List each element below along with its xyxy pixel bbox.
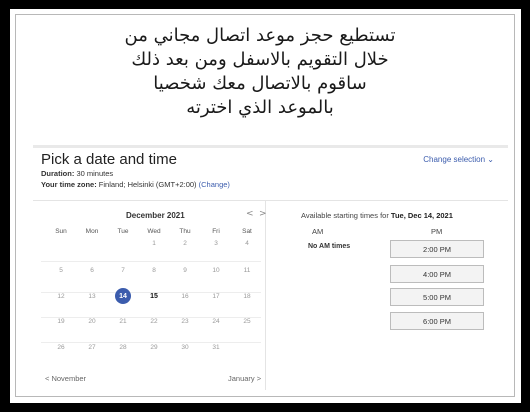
calendar-day: 6 [90, 267, 94, 274]
weekday-sat: Sat [242, 228, 252, 235]
calendar-day: 12 [57, 293, 65, 300]
calendar-day: 29 [150, 344, 158, 351]
calendar-day: 17 [212, 293, 220, 300]
calendar-day: 25 [243, 318, 251, 325]
next-month-link[interactable]: January > [228, 374, 261, 383]
intro-line-3: ساقوم بالاتصال معك شخصيا [153, 73, 367, 94]
calendar-day: 8 [152, 267, 156, 274]
calendar-day[interactable]: 15 [142, 288, 166, 305]
page-title: Pick a date and time [41, 151, 177, 168]
calendar-day: 9 [183, 267, 187, 274]
calendar-day[interactable]: 14 [111, 288, 135, 305]
calendar-month-label: December 2021 [126, 211, 185, 220]
intro-line-1: تستطيع حجز موعد اتصال مجاني من [124, 25, 396, 46]
calendar-day: 26 [57, 344, 65, 351]
prev-month-link[interactable]: < November [45, 374, 86, 383]
calendar-day: 1 [152, 240, 156, 247]
weekday-thu: Thu [179, 228, 191, 235]
calendar-day: 20 [88, 318, 96, 325]
header-divider [33, 200, 508, 201]
prev-month-arrow-icon[interactable]: < [246, 209, 254, 219]
time-slot-button[interactable]: 6:00 PM [390, 312, 484, 330]
calendar-day: 23 [181, 318, 189, 325]
calendar-day: 30 [181, 344, 189, 351]
calendar-day: 31 [212, 344, 220, 351]
time-slot-button[interactable]: 5:00 PM [390, 288, 484, 306]
weekday-tue: Tue [117, 228, 129, 235]
available-times-heading: Available starting times for Tue, Dec 14… [301, 211, 453, 220]
duration-value: 30 minutes [76, 169, 114, 178]
time-slot-button[interactable]: 2:00 PM [390, 240, 484, 258]
calendar-day: 16 [181, 293, 189, 300]
calendar-day: 22 [150, 318, 158, 325]
no-am-times-text: No AM times [308, 243, 351, 250]
calendar-day: 28 [119, 344, 127, 351]
calendar-day: 4 [245, 240, 249, 247]
booking-widget: Pick a date and time Duration: 30 minute… [33, 145, 508, 390]
weekday-fri: Fri [212, 228, 220, 235]
intro-line-2: خلال التقويم بالاسفل ومن بعد ذلك [131, 49, 389, 70]
calendar-day: 2 [183, 240, 187, 247]
calendar-day: 11 [243, 267, 251, 274]
pm-column-header: PM [431, 227, 443, 236]
selected-date: Tue, Dec 14, 2021 [390, 211, 453, 220]
timezone-info: Your time zone: Finland; Helsinki (GMT+2… [41, 180, 230, 189]
duration-info: Duration: 30 minutes [41, 169, 113, 178]
calendar-day: 7 [121, 267, 125, 274]
time-slot-button[interactable]: 4:00 PM [390, 265, 484, 283]
calendar-day: 10 [212, 267, 220, 274]
weekday-sun: Sun [55, 228, 67, 235]
intro-line-4: بالموعد الذي اخترته [186, 97, 334, 118]
available-prefix: Available starting times for [301, 211, 389, 220]
timezone-label: Your time zone: [41, 180, 97, 189]
weekday-mon: Mon [85, 228, 99, 235]
calendar-day: 13 [88, 293, 96, 300]
change-selection-link[interactable]: Change selection ⌄ [423, 155, 494, 164]
weekday-wed: Wed [147, 228, 161, 235]
calendar-day: 3 [214, 240, 218, 247]
calendar-day: 21 [119, 318, 127, 325]
next-month-arrow-icon[interactable]: > [259, 209, 267, 219]
timezone-value: Finland; Helsinki (GMT+2:00) [98, 180, 197, 189]
calendar-day: 18 [243, 293, 251, 300]
timezone-change-link[interactable]: (Change) [199, 180, 230, 189]
calendar-day: 24 [212, 318, 220, 325]
duration-label: Duration: [41, 169, 75, 178]
top-bar [33, 145, 508, 148]
calendar-day: 5 [59, 267, 63, 274]
am-column-header: AM [312, 227, 324, 236]
column-divider [265, 201, 266, 390]
calendar-day: 27 [88, 344, 96, 351]
calendar-day: 19 [57, 318, 65, 325]
intro-text: تستطيع حجز موعد اتصال مجاني من خلال التق… [60, 24, 460, 120]
